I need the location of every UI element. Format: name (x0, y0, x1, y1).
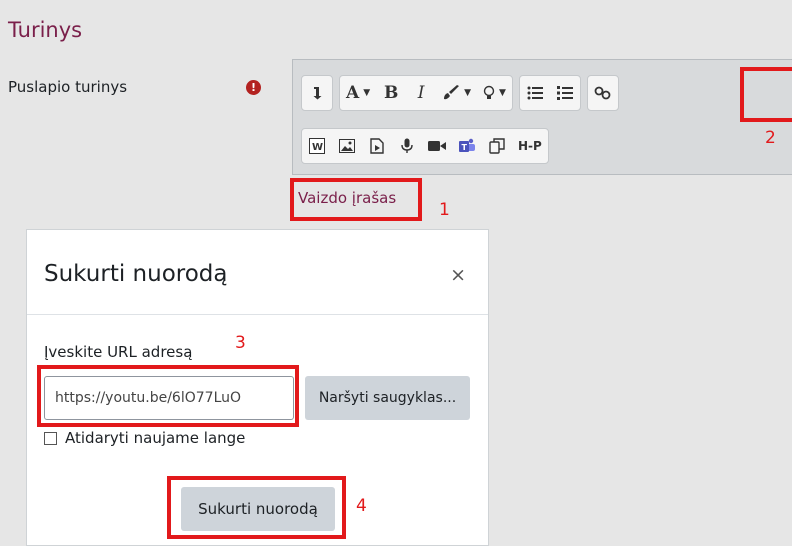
toolbar-group (518, 75, 581, 111)
italic-icon[interactable]: I (406, 76, 436, 110)
exclamation-icon: ! (246, 80, 261, 95)
toolbar-row-1: A ▼ B I ▼ ▼ (301, 75, 619, 111)
svg-text:W: W (312, 142, 323, 153)
annotation-box-4 (167, 476, 346, 539)
teams-icon[interactable]: T (452, 129, 482, 163)
copy-icon[interactable] (482, 129, 512, 163)
h5p-icon[interactable]: H-P (512, 129, 548, 163)
browse-repositories-button[interactable]: Naršyti saugyklas... (305, 376, 470, 420)
toolbar-group: A ▼ B I ▼ ▼ (339, 75, 513, 111)
annotation-number-2: 2 (765, 128, 776, 148)
brush-icon[interactable]: ▼ (436, 76, 477, 110)
media-icon[interactable] (362, 129, 392, 163)
word-icon[interactable]: W (302, 129, 332, 163)
annotation-number-1: 1 (439, 200, 450, 220)
image-icon[interactable] (332, 129, 362, 163)
annotation-number-4: 4 (356, 496, 367, 516)
open-new-window-option[interactable]: Atidaryti naujame lange (44, 429, 245, 447)
section-title: Turinys (8, 18, 83, 42)
new-window-checkbox[interactable] (44, 431, 57, 445)
new-window-label: Atidaryti naujame lange (65, 429, 246, 447)
url-label: Įveskite URL adresą (44, 343, 193, 361)
toolbar-group: W T H-P (301, 128, 549, 164)
microphone-icon[interactable] (392, 129, 422, 163)
video-camera-icon[interactable] (422, 129, 452, 163)
svg-text:T: T (462, 143, 468, 152)
toolbar-group (301, 75, 333, 111)
annotation-box-1 (290, 178, 422, 221)
field-label: Puslapio turinys (8, 78, 128, 96)
numbered-list-icon[interactable] (550, 76, 580, 110)
font-style-icon[interactable]: A ▼ (340, 76, 376, 110)
annotation-box-3 (37, 365, 299, 427)
lightbulb-icon[interactable]: ▼ (477, 76, 512, 110)
font-style-label: A (346, 83, 360, 103)
dialog-title: Sukurti nuorodą (44, 261, 228, 287)
toolbar-group (586, 75, 619, 111)
toolbar-row-2: W T H-P (301, 128, 549, 164)
close-icon[interactable]: × (450, 264, 466, 286)
collapse-toolbar-icon[interactable] (302, 76, 332, 110)
link-icon[interactable] (588, 76, 618, 110)
dialog-divider (27, 314, 488, 315)
bullet-list-icon[interactable] (520, 76, 550, 110)
annotation-box-2 (740, 67, 792, 122)
editor-toolbar: A ▼ B I ▼ ▼ W T H-P (292, 59, 792, 175)
annotation-number-3: 3 (235, 333, 246, 353)
bold-icon[interactable]: B (376, 76, 406, 110)
